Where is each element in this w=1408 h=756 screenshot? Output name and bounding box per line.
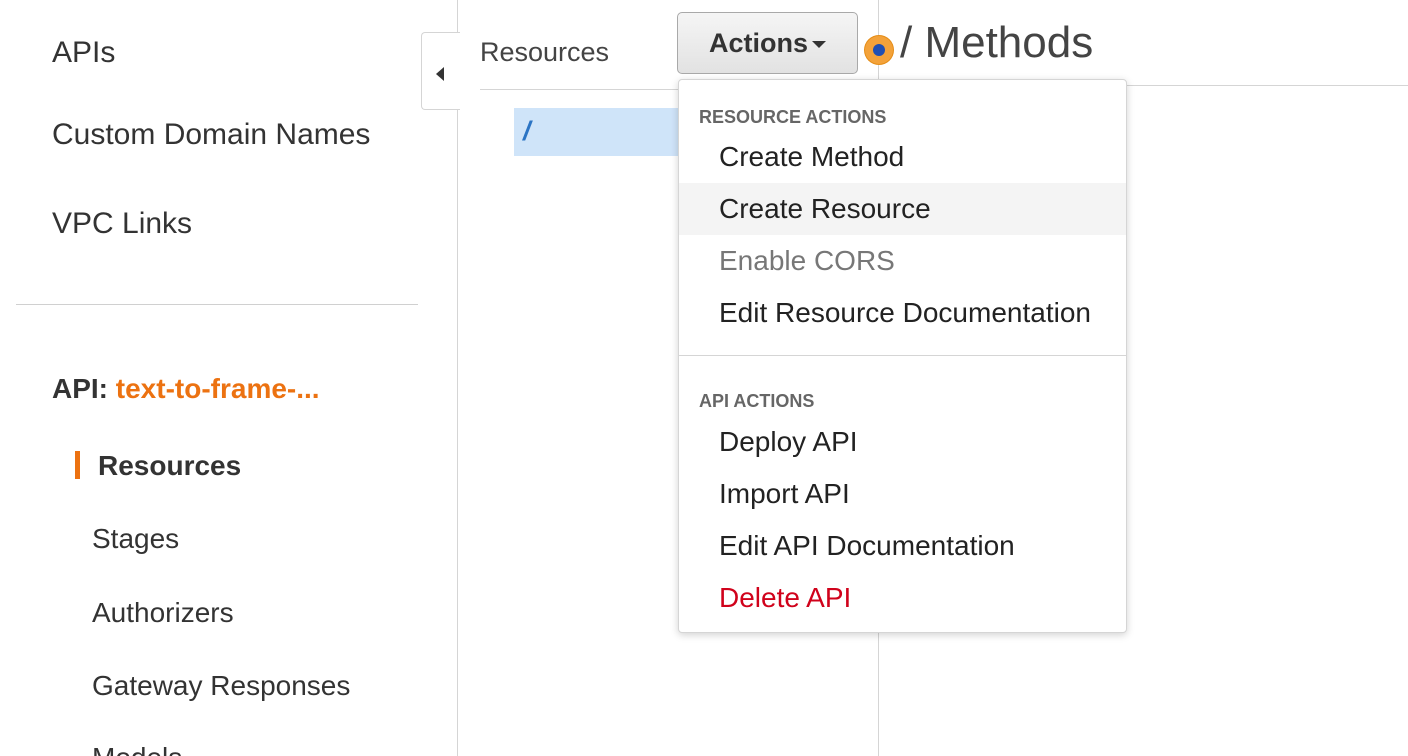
- menu-item-edit-api-documentation[interactable]: Edit API Documentation: [679, 520, 1126, 572]
- nav-vpc-links[interactable]: VPC Links: [52, 207, 192, 241]
- methods-title: / Methods: [900, 18, 1094, 67]
- sidebar-divider: [16, 304, 418, 305]
- resource-tree-root[interactable]: /: [514, 108, 694, 156]
- collapse-sidebar-button[interactable]: [421, 32, 460, 110]
- sidebar-item-resources[interactable]: Resources: [98, 450, 241, 482]
- nav-apis[interactable]: APIs: [52, 36, 115, 70]
- menu-item-deploy-api[interactable]: Deploy API: [679, 416, 1126, 468]
- sidebar-item-gateway-responses[interactable]: Gateway Responses: [92, 670, 350, 702]
- actions-menu: RESOURCE ACTIONS Create Method Create Re…: [678, 79, 1127, 633]
- menu-item-delete-api[interactable]: Delete API: [679, 572, 1126, 624]
- chevron-down-icon: [812, 41, 826, 49]
- sidebar-item-models[interactable]: Models: [92, 742, 182, 756]
- sidebar-item-stages[interactable]: Stages: [92, 523, 179, 555]
- actions-button[interactable]: Actions: [677, 12, 858, 74]
- menu-item-import-api[interactable]: Import API: [679, 468, 1126, 520]
- menu-item-create-resource[interactable]: Create Resource: [679, 183, 1126, 235]
- cursor-indicator-icon: [865, 36, 893, 64]
- caret-left-icon: [436, 67, 444, 81]
- sidebar: APIs Custom Domain Names VPC Links API: …: [0, 0, 458, 756]
- menu-item-enable-cors: Enable CORS: [719, 245, 895, 276]
- cursor-center: [873, 44, 885, 56]
- api-title: API: text-to-frame-...: [52, 373, 320, 405]
- nav-custom-domain-names[interactable]: Custom Domain Names: [52, 118, 370, 152]
- api-actions-header: API ACTIONS: [699, 391, 815, 411]
- active-indicator: [75, 451, 80, 479]
- resource-root-path: /: [523, 116, 531, 146]
- resource-actions-header: RESOURCE ACTIONS: [699, 107, 887, 127]
- sidebar-item-authorizers[interactable]: Authorizers: [92, 597, 234, 629]
- menu-item-create-method[interactable]: Create Method: [679, 131, 1126, 183]
- menu-divider: [679, 355, 1126, 356]
- methods-divider: [1127, 85, 1408, 86]
- resources-divider: [480, 89, 700, 90]
- api-name[interactable]: text-to-frame-...: [116, 373, 320, 404]
- api-label: API:: [52, 373, 108, 404]
- actions-button-label: Actions: [708, 28, 808, 58]
- resources-title: Resources: [480, 37, 610, 67]
- menu-item-edit-resource-documentation[interactable]: Edit Resource Documentation: [679, 287, 1126, 339]
